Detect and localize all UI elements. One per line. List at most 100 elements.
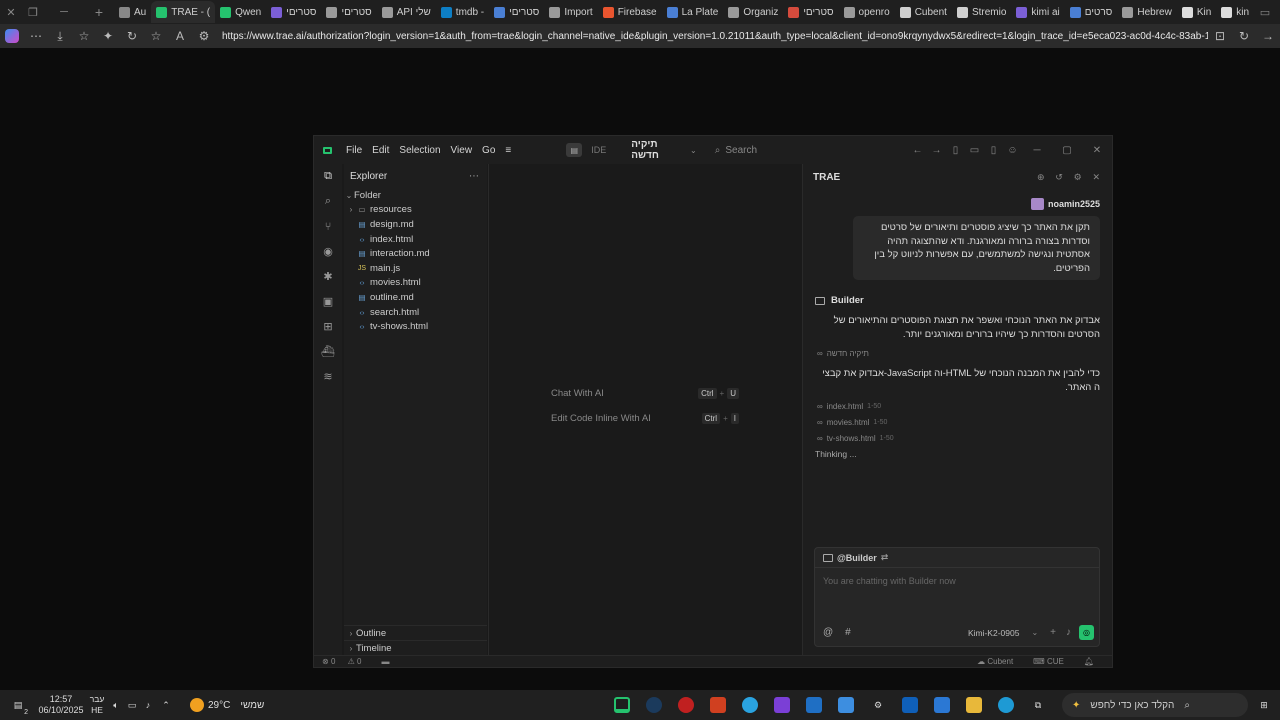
- preview-icon[interactable]: ◉: [314, 239, 342, 264]
- tree-file[interactable]: ‹› search.html: [344, 305, 487, 320]
- browser-tab[interactable]: API שלי: [377, 1, 436, 23]
- store-icon[interactable]: [926, 690, 958, 720]
- more-icon[interactable]: ⋯: [24, 24, 48, 48]
- minimize-icon[interactable]: ─: [1022, 145, 1052, 156]
- forward-arrow-icon[interactable]: →: [927, 145, 946, 156]
- close-icon[interactable]: ✕: [1082, 145, 1112, 156]
- browser-tab[interactable]: tmdb -: [436, 1, 489, 23]
- extensions-icon[interactable]: ✦: [96, 24, 120, 48]
- windows-start-icon[interactable]: ⊞: [1248, 690, 1280, 720]
- tree-file[interactable]: ▤ outline.md: [344, 290, 487, 305]
- new-tab-button[interactable]: +: [84, 1, 114, 23]
- timeline-section[interactable]: › Timeline: [344, 640, 487, 655]
- trae-app-icon[interactable]: [606, 690, 638, 720]
- tree-file[interactable]: ▤ design.md: [344, 217, 487, 232]
- steam-icon[interactable]: [638, 690, 670, 720]
- minimize-icon[interactable]: ─: [44, 1, 84, 23]
- remote-icon[interactable]: ▣: [314, 289, 342, 314]
- edge-icon[interactable]: [990, 690, 1022, 720]
- close-chat-icon[interactable]: ✕: [1092, 172, 1100, 182]
- hamburger-menu-icon[interactable]: ≡: [500, 145, 516, 156]
- folder-title[interactable]: תיקיה חדשה: [631, 139, 686, 161]
- notifications-icon[interactable]: 🔔︎: [1084, 657, 1094, 666]
- database-icon[interactable]: ≋: [314, 364, 342, 389]
- chevron-down-icon[interactable]: ⌄: [1031, 628, 1038, 637]
- search-box[interactable]: ⌕ Search: [715, 145, 908, 156]
- refresh-icon[interactable]: ↻: [120, 24, 144, 48]
- close-window-icon[interactable]: ✕: [0, 1, 22, 23]
- task-view-icon[interactable]: ⧉: [1022, 690, 1054, 720]
- terminal-icon[interactable]: ▬: [381, 657, 389, 666]
- error-icon[interactable]: ⊗ 0 ⚠ 0: [322, 657, 371, 666]
- favorites-icon[interactable]: ☆: [72, 24, 96, 48]
- context-button[interactable]: #: [845, 627, 851, 638]
- menu-view[interactable]: View: [446, 145, 478, 156]
- weather-widget[interactable]: 29°C שמשי: [190, 698, 264, 712]
- browser-tab[interactable]: סרטים: [1065, 1, 1118, 23]
- forward-icon[interactable]: →: [1256, 24, 1280, 48]
- clock[interactable]: 12:57 06/10/2025: [36, 694, 86, 716]
- telegram-icon[interactable]: [734, 690, 766, 720]
- editor-area[interactable]: Chat With AI Ctrl + U Edit Code Inline Wit…: [488, 164, 800, 655]
- outline-section[interactable]: › Outline: [344, 625, 487, 640]
- menu-edit[interactable]: Edit: [367, 145, 394, 156]
- more-actions-icon[interactable]: ⋯: [469, 171, 479, 182]
- office-app-icon[interactable]: [702, 690, 734, 720]
- volume-icon[interactable]: 🔈︎: [108, 690, 124, 720]
- browser-tab[interactable]: Qwen: [215, 1, 266, 23]
- folder-root[interactable]: ⌄ Folder: [344, 188, 487, 203]
- mode-switch[interactable]: ▤ IDE: [566, 143, 611, 157]
- browser-tab[interactable]: Organiz: [723, 1, 783, 23]
- tree-file[interactable]: ▤ interaction.md: [344, 246, 487, 261]
- browser-tab[interactable]: סטריםי: [783, 1, 838, 23]
- microphone-icon[interactable]: ♪: [1066, 627, 1071, 638]
- model-selector[interactable]: Kimi-K2-0905: [968, 628, 1020, 638]
- browser-tab[interactable]: Import: [544, 1, 597, 23]
- maximize-icon[interactable]: ▢: [1052, 145, 1082, 156]
- account-icon[interactable]: ☺: [1003, 145, 1022, 156]
- menu-file[interactable]: File: [341, 145, 367, 156]
- file-reference[interactable]: ∞ movies.html 1-50: [803, 414, 1112, 430]
- browser-tab[interactable]: Firebase: [598, 1, 662, 23]
- history-icon[interactable]: ↺: [1055, 172, 1063, 182]
- browser-tab[interactable]: openro: [839, 1, 895, 23]
- site-info-icon[interactable]: ⚙: [192, 24, 216, 48]
- lock-icon[interactable]: ⊡: [1208, 24, 1232, 48]
- back-arrow-icon[interactable]: ←: [908, 145, 927, 156]
- copilot-icon[interactable]: [0, 24, 24, 48]
- status-cubent[interactable]: ☁ Cubent: [977, 657, 1023, 666]
- app-icon-red[interactable]: [670, 690, 702, 720]
- status-cue[interactable]: ⌨ CUE: [1033, 657, 1074, 666]
- solo-mode-icon[interactable]: ▤: [566, 143, 583, 157]
- settings-icon[interactable]: ⚙: [1074, 172, 1082, 182]
- outlook-icon[interactable]: [894, 690, 926, 720]
- tree-file[interactable]: ‹› movies.html: [344, 276, 487, 291]
- browser-tab[interactable]: La Plate: [662, 1, 724, 23]
- explorer-icon[interactable]: ⧉: [314, 164, 342, 189]
- browser-tab[interactable]: kimi ai: [1011, 1, 1064, 23]
- restore-icon[interactable]: ❐: [22, 1, 44, 23]
- folder-reference[interactable]: ∞ תיקיה חדשה: [803, 345, 1112, 361]
- settings-gear-icon[interactable]: ⚙: [862, 690, 894, 720]
- extensions-icon[interactable]: ⊞: [314, 314, 342, 339]
- docker-icon[interactable]: ⛴: [314, 339, 342, 364]
- tray-chevron-icon[interactable]: ⌃: [156, 690, 176, 720]
- outlook-mail-icon[interactable]: [798, 690, 830, 720]
- chat-input[interactable]: You are chatting with Builder now: [815, 568, 1099, 594]
- new-chat-icon[interactable]: ⊕: [1037, 172, 1045, 182]
- blue-app-icon[interactable]: [830, 690, 862, 720]
- reload-icon[interactable]: ↻: [1232, 24, 1256, 48]
- chevron-down-icon[interactable]: ⌄: [690, 146, 697, 155]
- search-input[interactable]: Search: [725, 145, 757, 156]
- mention-button[interactable]: @: [823, 627, 833, 638]
- microphone-icon[interactable]: ♪: [140, 690, 156, 720]
- menu-go[interactable]: Go: [477, 145, 500, 156]
- browser-tab[interactable]: סטריםי: [266, 1, 321, 23]
- send-button[interactable]: ◎: [1079, 625, 1094, 640]
- attach-icon[interactable]: +: [1050, 627, 1056, 638]
- url-field[interactable]: https://www.trae.ai/authorization?login_…: [216, 31, 1208, 42]
- tree-file[interactable]: ‹› index.html: [344, 232, 487, 247]
- file-reference[interactable]: ∞ index.html 1-50: [803, 398, 1112, 414]
- language-indicator[interactable]: עבר HE: [86, 694, 108, 716]
- menu-selection[interactable]: Selection: [394, 145, 445, 156]
